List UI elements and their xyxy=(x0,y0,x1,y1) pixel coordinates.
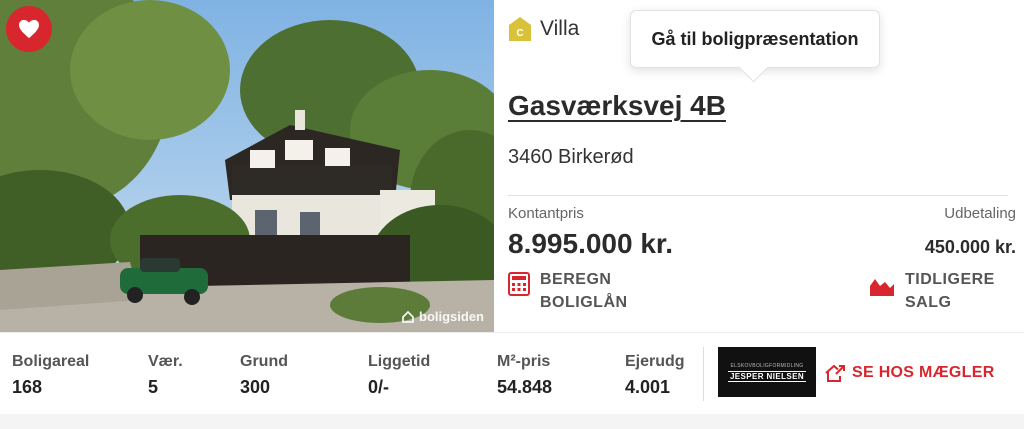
watermark-text: boligsiden xyxy=(419,309,484,324)
favorite-button[interactable] xyxy=(6,6,52,52)
price-label: Kontantpris xyxy=(508,205,584,222)
presentation-tooltip: Gå til boligpræsentation xyxy=(630,10,880,68)
broker-logo-top: ELSKOVBOLIGFORMIDLING xyxy=(730,362,804,369)
calculate-loan-button[interactable]: BEREGN BOLIGLÅN xyxy=(508,268,650,314)
energy-label-text: C xyxy=(516,28,523,39)
see-broker-link[interactable]: SE HOS MÆGLER xyxy=(824,363,995,383)
see-broker-label: SE HOS MÆGLER xyxy=(852,364,995,381)
stat-price-per-m2: M²-pris 54.848 xyxy=(497,353,553,397)
listing-top: boligsiden C Villa Gå til boligpræsentat… xyxy=(0,0,1024,332)
stats-bar: Boligareal 168 Vær. 5 Grund 300 Liggetid… xyxy=(0,332,1024,414)
previous-sales-button[interactable]: TIDLIGERE SALG xyxy=(869,268,1015,314)
divider xyxy=(508,195,1008,196)
city: 3460 Birkerød xyxy=(508,146,634,168)
down-payment: 450.000 kr. xyxy=(924,237,1016,257)
previous-sales-label: TIDLIGERE SALG xyxy=(905,271,995,311)
watermark: boligsiden xyxy=(401,309,484,324)
tooltip-text: Gå til boligpræsentation xyxy=(651,28,859,49)
stat-living-area: Boligareal 168 xyxy=(12,353,90,397)
listing-info: C Villa Gå til boligpræsentation Gasværk… xyxy=(508,0,1016,332)
stat-time-on-market: Liggetid 0/- xyxy=(368,353,431,397)
broker-logo-name: JESPER NIELSEN xyxy=(727,370,807,382)
address-link[interactable]: Gasværksvej 4B xyxy=(508,90,726,122)
heart-icon xyxy=(19,19,39,39)
stat-plot: Grund 300 xyxy=(240,353,288,397)
energy-type-row: C Villa xyxy=(508,16,579,42)
stat-rooms: Vær. 5 xyxy=(148,353,183,397)
broker-logo[interactable]: ELSKOVBOLIGFORMIDLING JESPER NIELSEN xyxy=(718,347,816,397)
down-payment-label: Udbetaling xyxy=(944,205,1016,222)
house-image xyxy=(0,0,494,332)
house-logo-icon xyxy=(402,310,414,323)
property-card: boligsiden C Villa Gå til boligpræsentat… xyxy=(0,0,1024,429)
property-photo[interactable]: boligsiden xyxy=(0,0,494,332)
energy-label-badge: C xyxy=(508,16,532,42)
external-house-icon xyxy=(825,364,845,382)
stats-divider xyxy=(703,347,704,401)
property-type: Villa xyxy=(540,17,580,40)
chart-icon xyxy=(870,279,894,296)
calculator-icon xyxy=(508,272,530,296)
stat-owner-expenses: Ejerudg 4.001 xyxy=(625,353,685,397)
calculate-loan-label: BEREGN BOLIGLÅN xyxy=(540,271,628,311)
price: 8.995.000 kr. xyxy=(508,228,674,259)
